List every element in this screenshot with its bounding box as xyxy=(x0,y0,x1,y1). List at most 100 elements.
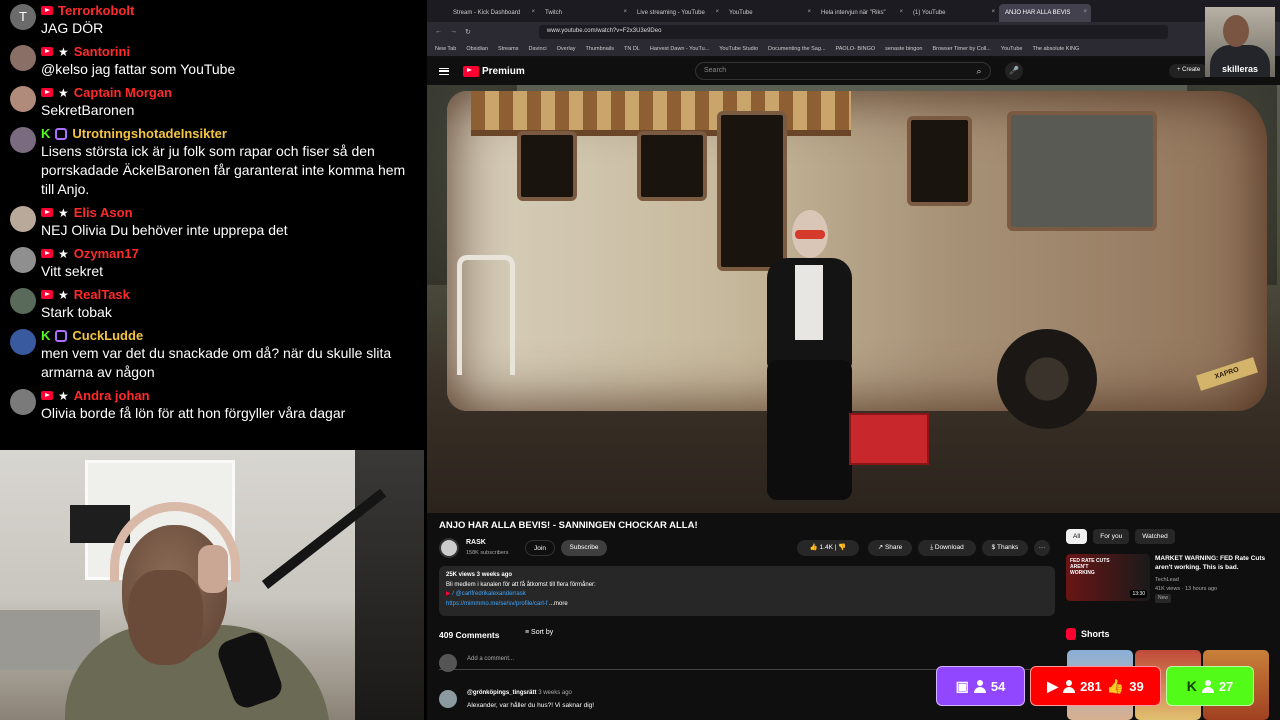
subscribe-button[interactable]: Subscribe xyxy=(561,540,607,556)
bookmark-item[interactable]: Documenting the Sag... xyxy=(768,46,825,52)
desc-link[interactable]: https://mimmmo.me/se/sv/profile/carl-f xyxy=(446,601,547,607)
recommended-title[interactable]: MARKET WARNING: FED Rate Cuts aren't wor… xyxy=(1155,554,1273,572)
video-description[interactable]: 25K views 3 weeks ago Bli medlem i kanal… xyxy=(439,566,1055,616)
bookmark-item[interactable]: The absolute KING xyxy=(1032,46,1079,52)
back-icon[interactable]: ← xyxy=(435,28,442,35)
van-windshield xyxy=(1007,111,1157,231)
recommended-channel[interactable]: TechLead xyxy=(1155,576,1217,585)
bookmark-item[interactable]: YouTube Studio xyxy=(719,46,758,52)
bookmark-item[interactable]: Overlay xyxy=(557,46,576,52)
twitch-badge-icon xyxy=(55,127,68,140)
voice-search-icon[interactable]: 🎤 xyxy=(1005,62,1023,80)
dislike-icon[interactable]: | 👎 xyxy=(833,544,847,551)
pip-head xyxy=(1223,15,1249,47)
like-button[interactable]: 👍 1.4K | 👎 xyxy=(797,540,859,556)
bookmark-item[interactable]: New Tab xyxy=(435,46,456,52)
chat-text: Lisens största ick är ju folk som rapar … xyxy=(41,143,406,197)
beer-crate xyxy=(849,413,929,465)
sort-label: Sort by xyxy=(531,629,554,636)
browser-tab[interactable]: Live streaming - YouTube × xyxy=(631,4,723,22)
chat-username[interactable]: Captain Morgan xyxy=(74,85,172,100)
chat-username[interactable]: UtrotningshotadeInsikter xyxy=(72,126,227,141)
streamer-camera-overlay: skilleras xyxy=(1205,7,1275,77)
chat-panel: T Terrorkobolt JAG DÖR ★ Santorini @kelso jag… xyxy=(0,0,427,450)
browser-tab[interactable]: Hela intervjun när "Riks" × xyxy=(815,4,907,22)
browser-tab[interactable]: ANJO HAR ALLA BEVIS × xyxy=(999,4,1091,22)
recommended-thumbnail[interactable]: FED RATE CUTS AREN'T WORKING 13:30 xyxy=(1066,554,1150,601)
filter-chip[interactable]: Watched xyxy=(1135,529,1175,544)
van-window xyxy=(637,131,707,201)
chat-username[interactable]: Ozyman17 xyxy=(74,246,139,261)
share-button[interactable]: ↗ Share xyxy=(868,540,912,556)
search-input[interactable]: Search xyxy=(695,62,991,80)
chat-username[interactable]: Santorini xyxy=(74,44,130,59)
url-field[interactable]: www.youtube.com/watch?v=F2x3U3e9Deo xyxy=(538,24,1168,39)
bookmark-item[interactable]: Browser Timer by Coll... xyxy=(932,46,990,52)
thanks-button[interactable]: $ Thanks xyxy=(982,540,1028,556)
close-tab-icon[interactable]: × xyxy=(807,9,811,15)
comment-author: @grönköpings_tingsrätt 3 weeks ago xyxy=(467,690,572,696)
bookmarks-bar: New Tab Obsidian Streams Davinci Overlay Thum… xyxy=(427,41,1280,57)
close-tab-icon[interactable]: × xyxy=(715,9,719,15)
filter-chip[interactable]: All xyxy=(1066,529,1088,544)
menu-icon[interactable] xyxy=(439,67,449,75)
close-tab-icon[interactable]: × xyxy=(899,9,903,15)
chat-username[interactable]: Andra johan xyxy=(74,388,150,403)
chat-username[interactable]: Terrorkobolt xyxy=(58,3,134,18)
browser-tab[interactable]: YouTube × xyxy=(723,4,815,22)
browser-tab[interactable]: Stream - Kick Dashboard × xyxy=(447,4,539,22)
reload-icon[interactable]: ↻ xyxy=(465,28,471,36)
commenter-avatar[interactable] xyxy=(439,690,457,708)
youtube-viewer-count: 281 xyxy=(1080,678,1102,694)
bookmark-item[interactable]: Harvest Dawn - YouTu... xyxy=(650,46,709,52)
search-icon[interactable]: ⌕ xyxy=(967,62,991,80)
desc-channel-link[interactable]: / @carlfredrikalexanderrask xyxy=(451,591,525,597)
browser-window: Stream - Kick Dashboard × Twitch × Live stre… xyxy=(427,0,1280,720)
forward-icon[interactable]: → xyxy=(450,28,457,35)
browser-tab[interactable]: (1) YouTube × xyxy=(907,4,999,22)
sort-comments-button[interactable]: ≡ Sort by xyxy=(525,629,553,636)
comment-author-name[interactable]: @grönköpings_tingsrätt xyxy=(467,690,537,696)
tab-label: Twitch xyxy=(545,10,563,16)
viewers-icon xyxy=(1063,679,1076,693)
chat-user-line: Terrorkobolt xyxy=(41,2,421,19)
close-tab-icon[interactable]: × xyxy=(531,9,535,15)
bookmark-item[interactable]: YouTube xyxy=(1001,46,1023,52)
channel-avatar[interactable] xyxy=(439,538,459,558)
recommended-video[interactable]: FED RATE CUTS AREN'T WORKING 13:30 MARKE… xyxy=(1066,554,1280,604)
thumbnail-text: FED RATE CUTS AREN'T WORKING xyxy=(1070,558,1110,576)
bookmark-item[interactable]: Streams xyxy=(498,46,518,52)
chat-text: Vitt sekret xyxy=(41,263,103,279)
create-button[interactable]: + Create xyxy=(1169,64,1209,78)
channel-name[interactable]: RASK xyxy=(466,539,486,546)
bookmark-item[interactable]: TN DL xyxy=(624,46,640,52)
youtube-play-icon xyxy=(463,65,479,77)
download-button[interactable]: ⤓ Download xyxy=(918,540,976,556)
chat-username[interactable]: Elis Ason xyxy=(74,205,133,220)
join-button[interactable]: Join xyxy=(525,540,555,556)
more-actions-button[interactable]: ··· xyxy=(1034,540,1050,556)
chat-text: Stark tobak xyxy=(41,304,112,320)
tab-label: (1) YouTube xyxy=(913,10,946,16)
chat-username[interactable]: RealTask xyxy=(74,287,130,302)
close-tab-icon[interactable]: × xyxy=(623,9,627,15)
close-tab-icon[interactable]: × xyxy=(1083,9,1087,15)
video-player[interactable]: XAPRO xyxy=(427,85,1280,513)
chat-username[interactable]: CuckLudde xyxy=(72,328,143,343)
bookmark-item[interactable]: Thumbnails xyxy=(586,46,614,52)
desc-more-button[interactable]: ...more xyxy=(549,601,568,607)
bookmark-item[interactable]: senaste bingon xyxy=(885,46,922,52)
chat-message: ★ Captain Morgan SekretBaronen xyxy=(0,84,427,120)
chat-user-line: ★ RealTask xyxy=(41,286,421,303)
man-legs xyxy=(767,360,852,500)
webcam-feed xyxy=(0,450,424,720)
bookmark-item[interactable]: Obsidian xyxy=(466,46,488,52)
bookmark-item[interactable]: Davinci xyxy=(529,46,547,52)
bookmark-item[interactable]: PAOLO- BINGO xyxy=(836,46,876,52)
close-tab-icon[interactable]: × xyxy=(991,9,995,15)
youtube-logo[interactable]: Premium xyxy=(463,65,525,77)
filter-chip[interactable]: For you xyxy=(1093,529,1130,544)
chat-avatar xyxy=(10,86,36,112)
browser-tab[interactable]: Twitch × xyxy=(539,4,631,22)
video-duration: 13:30 xyxy=(1130,590,1147,598)
